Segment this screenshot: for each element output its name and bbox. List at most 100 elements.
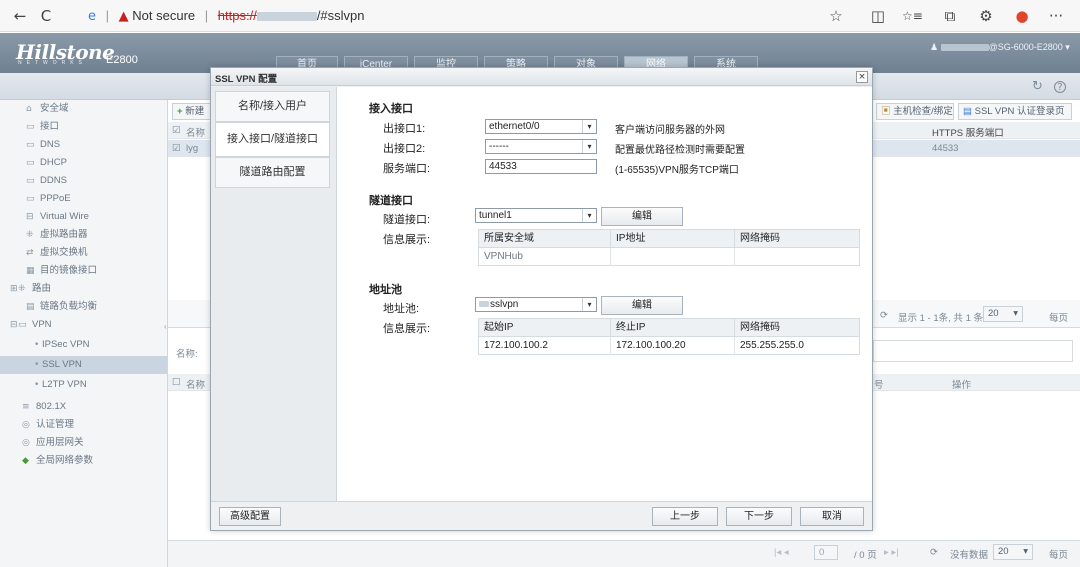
url-scheme: https://: [217, 8, 257, 23]
row-checkbox[interactable]: ☑: [172, 143, 181, 154]
close-icon[interactable]: ×: [856, 71, 868, 83]
https-port-value: 44533: [932, 143, 959, 154]
help-icon[interactable]: ?: [1054, 81, 1066, 93]
chevron-down-icon: ▾: [582, 140, 596, 153]
sidebar-item-interface[interactable]: ▭ 接口: [26, 118, 59, 136]
sidebar-item-label: DNS: [40, 139, 61, 150]
tunnel-if-label: 隧道接口:: [383, 214, 431, 226]
sidebar-item-dns[interactable]: ▭ DNS: [26, 136, 60, 154]
tunnel-if-value: tunnel1: [479, 210, 512, 221]
sidebar-item-auth[interactable]: ◎ 认证管理: [22, 416, 74, 434]
interface-icon: ▭: [26, 122, 35, 132]
more-icon[interactable]: ···: [1046, 6, 1066, 26]
tunnel-section-title: 隧道接口: [369, 195, 413, 207]
col-no-header: 号: [874, 380, 884, 391]
service-port-input[interactable]: 44533: [485, 159, 597, 174]
col-name-header: 名称: [186, 128, 206, 139]
sidebar-item-label: DHCP: [40, 157, 67, 168]
profile-avatar-icon[interactable]: ●: [1012, 6, 1032, 26]
host-check-button[interactable]: ▣ 主机检查/绑定: [876, 103, 954, 120]
chevron-down-icon: ▾: [582, 298, 596, 311]
back-icon[interactable]: ←: [10, 6, 30, 26]
out2-label: 出接口2:: [383, 143, 426, 155]
sidebar-item-label: L2TP VPN: [42, 379, 87, 390]
collections-icon[interactable]: ⧉: [940, 6, 960, 26]
per-page-label: 每页: [1049, 550, 1069, 561]
sidebar-item-dhcp[interactable]: ▭ DHCP: [26, 154, 67, 172]
tunnel-edit-button[interactable]: 编辑: [601, 207, 683, 226]
advanced-config-button[interactable]: 高级配置: [219, 507, 281, 526]
split-screen-icon[interactable]: ◫: [868, 6, 888, 26]
sidebar-item-zone[interactable]: ⌂ 安全域: [26, 100, 69, 118]
pool-edit-button[interactable]: 编辑: [601, 296, 683, 315]
sidebar-item-alg[interactable]: ◎ 应用层网关: [22, 434, 84, 452]
pool-select[interactable]: sslvpn ▾: [475, 297, 597, 312]
out2-select[interactable]: ------ ▾: [485, 139, 597, 154]
page-size-select[interactable]: 20 ▾: [993, 544, 1033, 560]
filter-name-input[interactable]: [873, 340, 1073, 362]
cancel-button[interactable]: 取消: [800, 507, 864, 526]
redacted-prefix: [479, 301, 489, 308]
tunnel-zone-cell: VPNHub: [479, 248, 611, 266]
first-page-icon[interactable]: |◂ ◂: [774, 547, 789, 558]
routing-icon: ⁜: [18, 284, 26, 294]
sidebar-item-llb[interactable]: ▤ 链路负载均衡: [26, 298, 97, 316]
sidebar-item-label: 虚拟交换机: [40, 247, 88, 258]
switch-icon: ⇄: [26, 248, 34, 258]
favorites-icon[interactable]: ☆≡: [902, 6, 923, 26]
tunnel-if-select[interactable]: tunnel1 ▾: [475, 208, 597, 223]
sidebar-item-vpn[interactable]: ⊟▭ VPN: [10, 316, 52, 334]
sidebar-item-ipsec-vpn[interactable]: • IPSec VPN: [34, 336, 90, 354]
page-size-select[interactable]: 20 ▾: [983, 306, 1023, 322]
chevron-down-icon: ▾: [582, 209, 596, 222]
out1-select[interactable]: ethernet0/0 ▾: [485, 119, 597, 134]
zone-icon: ⌂: [26, 104, 32, 114]
sidebar-item-label: DDNS: [40, 175, 67, 186]
tab-tunnel-route[interactable]: 隧道路由配置: [215, 157, 330, 188]
sidebar-item-virtual-router[interactable]: ⁜ 虚拟路由器: [26, 226, 88, 244]
ssl-login-page-button[interactable]: ▤ SSL VPN 认证登录页: [958, 103, 1072, 120]
user-menu[interactable]: ♟ @SG-6000-E2800 ▾: [930, 42, 1070, 53]
tab-name-users[interactable]: 名称/接入用户: [215, 91, 330, 122]
sidebar-item-8021x[interactable]: ≡ 802.1X: [22, 398, 66, 416]
sidebar-item-virtual-switch[interactable]: ⇄ 虚拟交换机: [26, 244, 88, 262]
extensions-icon[interactable]: ⚙: [976, 6, 996, 26]
sidebar-item-l2tp-vpn[interactable]: • L2TP VPN: [34, 376, 87, 394]
reload-icon[interactable]: C: [36, 6, 56, 26]
prev-step-button[interactable]: 上一步: [652, 507, 718, 526]
tab-access-tunnel[interactable]: 接入接口/隧道接口: [215, 122, 330, 157]
refresh-icon[interactable]: ↻: [1032, 79, 1043, 94]
sidebar-item-ddns[interactable]: ▭ DDNS: [26, 172, 67, 190]
table-row[interactable]: [873, 140, 1080, 157]
checkbox-all[interactable]: ☑: [172, 125, 181, 136]
sidebar-item-label: 路由: [32, 283, 52, 294]
pool-info-table: 起始IP 终止IP 网络掩码 172.100.100.2 172.100.100…: [478, 318, 860, 355]
bottom-refresh-icon[interactable]: ⟳: [930, 547, 938, 558]
collapse-icon: ⊟: [10, 320, 18, 330]
star-icon[interactable]: ☆: [826, 6, 846, 26]
sidebar-item-pppoe[interactable]: ▭ PPPoE: [26, 190, 71, 208]
next-page-icon[interactable]: ▸ ▸|: [884, 547, 899, 558]
paging-refresh-icon[interactable]: ⟳: [880, 310, 888, 321]
mirror-icon: ▦: [26, 266, 35, 276]
col-ip: IP地址: [611, 230, 735, 248]
page-input[interactable]: 0: [814, 545, 838, 560]
new-button[interactable]: + 新建: [172, 103, 212, 120]
sidebar-item-ssl-vpn[interactable]: • SSL VPN: [0, 356, 167, 374]
checkbox-all[interactable]: ☐: [172, 377, 181, 388]
pool-info-label: 信息展示:: [383, 323, 431, 335]
pool-value: sslvpn: [490, 299, 519, 310]
sidebar-item-routing[interactable]: ⊞⁜ 路由: [10, 280, 51, 298]
col-name-header: 名称: [186, 380, 206, 391]
next-step-button[interactable]: 下一步: [726, 507, 792, 526]
sidebar-item-mirror[interactable]: ▦ 目的镜像接口: [26, 262, 97, 280]
no-data-label: 没有数据: [950, 550, 989, 561]
sidebar-item-global-params[interactable]: ◆ 全局网络参数: [22, 452, 93, 470]
logo-subtitle: NETWORKS: [18, 60, 87, 66]
address-bar[interactable]: e | ▲ Not secure | https:///#sslvpn: [88, 4, 848, 28]
sidebar-item-virtual-wire[interactable]: ⊟ Virtual Wire: [26, 208, 89, 226]
service-port-label: 服务端口:: [383, 163, 431, 175]
end-ip-cell: 172.100.100.20: [611, 337, 735, 355]
device-model: E2800: [106, 54, 138, 66]
globe-icon: ◆: [22, 456, 29, 466]
